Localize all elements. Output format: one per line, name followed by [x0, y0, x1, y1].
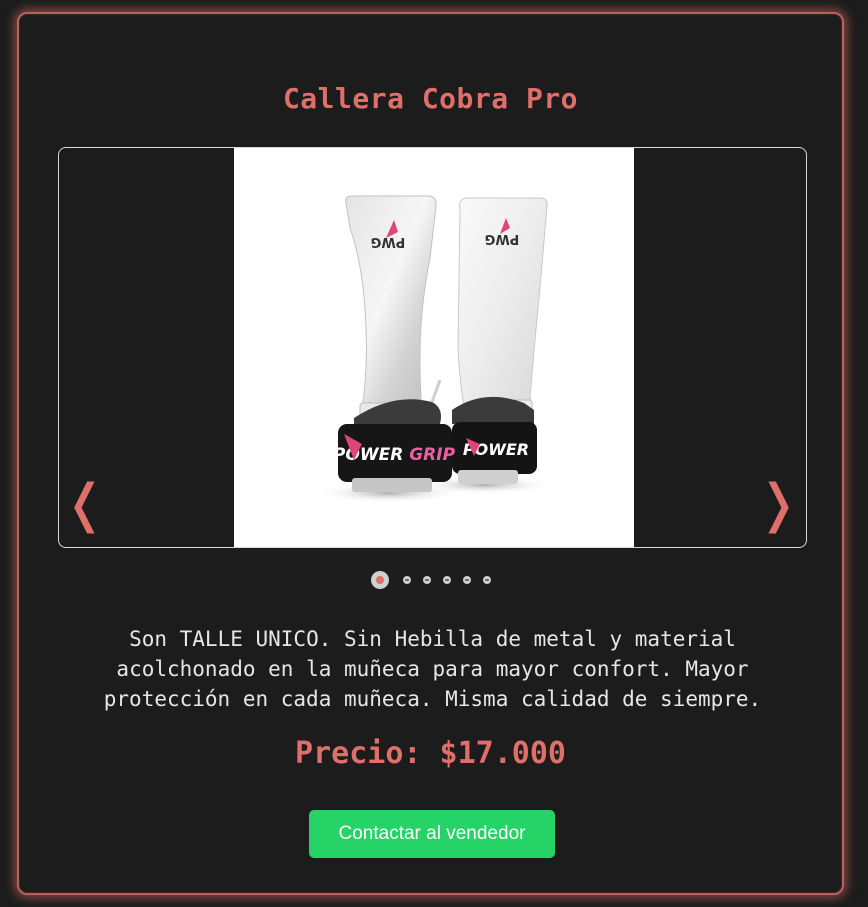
carousel-dot-2[interactable] [402, 576, 411, 584]
product-title: Callera Cobra Pro [282, 82, 579, 115]
product-description: Son TALLE UNICO. Sin Hebilla de metal y … [103, 627, 762, 711]
chevron-left-icon: ❬ [63, 474, 107, 534]
product-card: Callera Cobra Pro PWG POWER PWG POWER GR… [17, 12, 844, 895]
svg-text:PWG: PWG [485, 231, 520, 246]
carousel-next-button[interactable]: ❭ [756, 478, 800, 530]
carousel-prev-button[interactable]: ❬ [63, 478, 107, 530]
carousel-dot-5[interactable] [462, 576, 471, 584]
carousel-dot-3[interactable] [422, 576, 431, 584]
image-carousel[interactable]: PWG POWER PWG POWER GRIP ❬ ❭ [58, 147, 807, 548]
product-image: PWG POWER PWG POWER GRIP [234, 148, 634, 547]
carousel-indicators [19, 571, 842, 589]
chevron-right-icon: ❭ [756, 474, 800, 534]
carousel-dot-6[interactable] [482, 576, 491, 584]
contact-seller-button[interactable]: Contactar al vendedor [309, 810, 555, 858]
carousel-dot-1[interactable] [370, 571, 389, 589]
product-price: Precio: $17.000 [295, 736, 566, 771]
grips-illustration: PWG POWER PWG POWER GRIP [314, 195, 554, 503]
carousel-dot-4[interactable] [442, 576, 451, 584]
